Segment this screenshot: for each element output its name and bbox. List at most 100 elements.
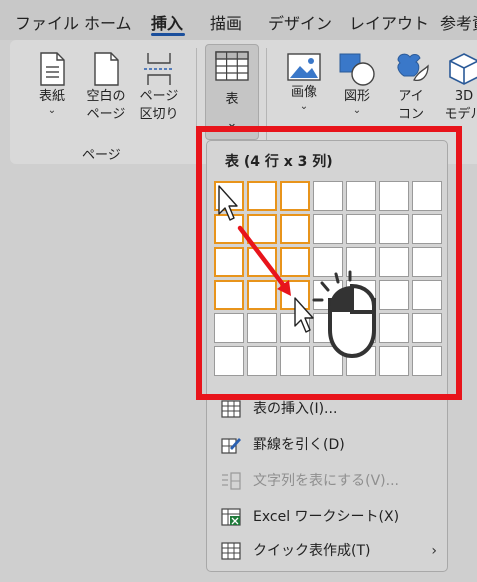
menu-draw-table-label: 罫線を引く(D) [253, 437, 345, 453]
table-grid-cell[interactable] [346, 280, 376, 310]
table-grid-cell[interactable] [412, 247, 442, 277]
table-grid-cell[interactable] [412, 214, 442, 244]
table-grid-cell[interactable] [247, 181, 277, 211]
excel-sheet-icon [221, 508, 241, 526]
picture-button[interactable]: 画像 ⌄ [282, 52, 326, 112]
shapes-button[interactable]: 図形 ⌄ [334, 52, 380, 116]
tab-insert[interactable]: 挿入 [151, 10, 183, 34]
table-grid-cell[interactable] [379, 214, 409, 244]
table-grid-cell[interactable] [313, 214, 343, 244]
menu-convert-text-label: 文字列を表にする(V)... [253, 473, 399, 489]
table-grid-cell[interactable] [214, 313, 244, 343]
table-grid-cell[interactable] [280, 181, 310, 211]
blank-page-button[interactable]: 空白の ページ [80, 52, 132, 124]
menu-draw-table[interactable]: 罫線を引く(D) [221, 432, 441, 458]
table-grid-cell[interactable] [412, 346, 442, 376]
insert-table-icon [221, 400, 241, 418]
table-button[interactable]: 表 ⌄ [205, 44, 259, 140]
shapes-icon [339, 53, 375, 86]
table-grid-cell[interactable] [346, 313, 376, 343]
active-tab-indicator [151, 33, 185, 36]
table-grid-cell[interactable] [247, 214, 277, 244]
picture-icon [287, 53, 321, 81]
table-grid-cell[interactable] [247, 280, 277, 310]
tab-references[interactable]: 参考資 [440, 10, 477, 34]
3d-model-label-2: モデル [444, 107, 477, 122]
table-grid-cell[interactable] [247, 313, 277, 343]
menu-excel-worksheet[interactable]: Excel ワークシート(X) [221, 504, 441, 530]
table-grid-cell[interactable] [313, 247, 343, 277]
table-grid-cell[interactable] [280, 280, 310, 310]
table-grid-cell[interactable] [412, 181, 442, 211]
table-grid-cell[interactable] [346, 247, 376, 277]
table-grid-cell[interactable] [313, 280, 343, 310]
menu-insert-table-label: 表の挿入(I)... [253, 401, 338, 417]
group-divider [196, 48, 197, 158]
table-size-title: 表 (4 行 x 3 列) [225, 154, 333, 170]
menu-convert-text-to-table[interactable]: 文字列を表にする(V)... [221, 468, 441, 494]
picture-label: 画像 [290, 85, 317, 100]
tab-layout[interactable]: レイアウト [349, 10, 429, 34]
blank-page-label-1: 空白の [86, 89, 126, 104]
ribbon-tab-bar: ファイル ホーム 挿入 描画 デザイン レイアウト 参考資 [0, 0, 477, 40]
tab-draw[interactable]: 描画 [210, 10, 242, 34]
table-grid-cell[interactable] [412, 313, 442, 343]
insert-table-dropdown: 表 (4 行 x 3 列) 表の挿入(I)... 罫線を引く(D) 文字列を表に… [206, 140, 448, 572]
chevron-down-icon: ⌄ [47, 105, 57, 116]
3d-model-icon [449, 53, 477, 85]
icons-button[interactable]: アイ コン [390, 50, 432, 124]
3d-model-label-1: 3D [454, 89, 474, 104]
table-grid-cell[interactable] [379, 313, 409, 343]
chevron-down-icon: ⌄ [352, 105, 362, 116]
table-grid-cell[interactable] [214, 181, 244, 211]
table-grid-cell[interactable] [313, 346, 343, 376]
table-grid-cell[interactable] [247, 346, 277, 376]
menu-quick-tables-label: クイック表作成(T) [253, 543, 371, 559]
table-grid-cell[interactable] [247, 247, 277, 277]
table-grid-cell[interactable] [412, 280, 442, 310]
tab-home[interactable]: ホーム [84, 10, 132, 34]
menu-excel-worksheet-label: Excel ワークシート(X) [253, 509, 400, 525]
table-grid-cell[interactable] [280, 214, 310, 244]
chevron-down-icon: ⌄ [226, 116, 238, 131]
table-grid-cell[interactable] [214, 214, 244, 244]
page-break-icon [144, 53, 174, 85]
menu-quick-tables[interactable]: クイック表作成(T) › [221, 538, 441, 564]
table-button-label: 表 [225, 92, 239, 107]
table-grid-cell[interactable] [379, 181, 409, 211]
table-grid-cell[interactable] [379, 247, 409, 277]
table-grid-icon [215, 51, 249, 81]
table-grid-cell[interactable] [346, 346, 376, 376]
cover-page-button[interactable]: 表紙 ⌄ [30, 52, 74, 116]
table-grid-cell[interactable] [280, 346, 310, 376]
chevron-right-icon: › [431, 543, 437, 559]
table-grid-cell[interactable] [280, 313, 310, 343]
quick-table-icon [221, 542, 241, 560]
cover-page-label: 表紙 [38, 89, 65, 104]
menu-insert-table[interactable]: 表の挿入(I)... [221, 396, 441, 422]
icons-bird-icon [397, 53, 429, 82]
table-grid-cell[interactable] [313, 313, 343, 343]
table-grid-cell[interactable] [346, 214, 376, 244]
table-grid-cell[interactable] [280, 247, 310, 277]
icons-label-1: アイ [398, 89, 424, 104]
table-grid-cell[interactable] [214, 280, 244, 310]
blank-page-label-2: ページ [86, 107, 126, 122]
table-grid-cell[interactable] [379, 280, 409, 310]
tab-file[interactable]: ファイル [15, 10, 79, 34]
3d-model-button[interactable]: 3D モデル [440, 52, 477, 124]
tab-design[interactable]: デザイン [268, 10, 332, 34]
icons-label-2: コン [397, 107, 424, 122]
page-break-label-1: ページ [139, 89, 179, 104]
draw-table-icon [221, 438, 241, 454]
cover-page-icon [40, 52, 65, 86]
convert-text-icon [222, 472, 241, 490]
page-break-label-2: 区切り [139, 107, 179, 122]
page-break-button[interactable]: ページ 区切り [134, 52, 184, 124]
table-grid-cell[interactable] [214, 247, 244, 277]
table-grid-cell[interactable] [313, 181, 343, 211]
table-grid-cell[interactable] [346, 181, 376, 211]
table-grid-cell[interactable] [214, 346, 244, 376]
table-grid-cell[interactable] [379, 346, 409, 376]
page-group-label: ページ [82, 148, 121, 163]
